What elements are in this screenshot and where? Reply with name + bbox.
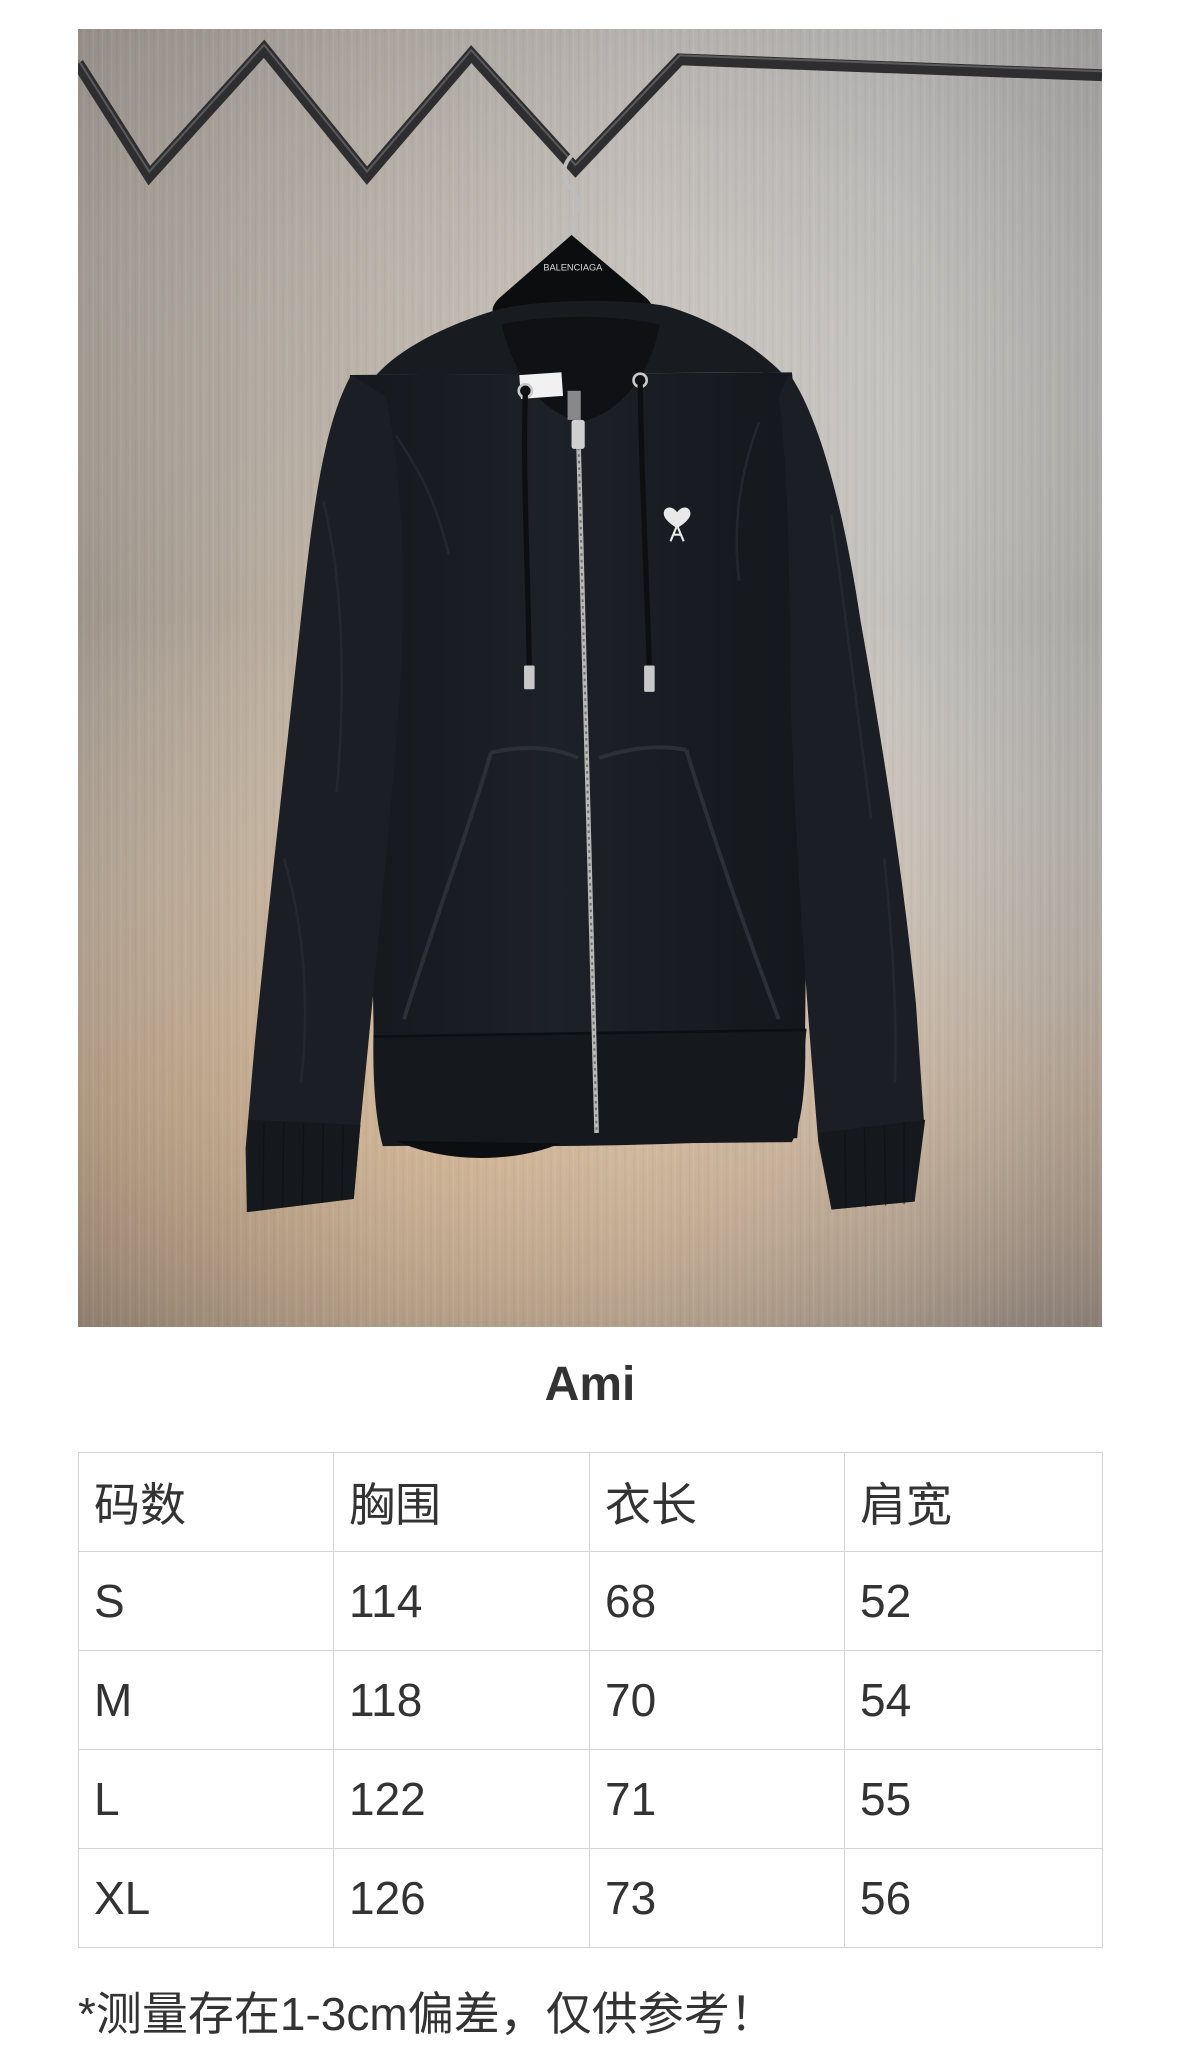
table-row: XL 126 73 56 — [78, 1848, 1103, 1948]
size-chart-table: 码数 胸围 衣长 肩宽 S 114 68 52 M 118 70 54 L 12… — [78, 1452, 1103, 1948]
product-photo: BALENCIAGA — [78, 29, 1102, 1327]
cell-length: 73 — [589, 1848, 845, 1948]
cell-chest: 114 — [333, 1551, 590, 1651]
header-chest: 胸围 — [333, 1452, 590, 1552]
cell-shoulder: 54 — [844, 1650, 1103, 1750]
cell-size: M — [78, 1650, 334, 1750]
waistband — [373, 1029, 807, 1147]
cell-shoulder: 55 — [844, 1749, 1103, 1849]
drawstring-tip-right — [644, 665, 655, 692]
table-row: L 122 71 55 — [78, 1749, 1103, 1849]
cell-length: 68 — [589, 1551, 845, 1651]
header-shoulder: 肩宽 — [844, 1452, 1103, 1552]
clear-tag — [567, 390, 581, 420]
cell-shoulder: 52 — [844, 1551, 1103, 1651]
cell-chest: 118 — [333, 1650, 590, 1750]
table-header-row: 码数 胸围 衣长 肩宽 — [78, 1452, 1103, 1552]
zipper-pull — [571, 419, 585, 449]
product-page: BALENCIAGA Ami 码数 胸围 衣长 肩宽 S 114 68 52 M… — [0, 0, 1179, 2067]
table-row: S 114 68 52 — [78, 1551, 1103, 1651]
table-row: M 118 70 54 — [78, 1650, 1103, 1750]
brand-title: Ami — [544, 1358, 636, 1411]
header-length: 衣长 — [589, 1452, 845, 1552]
cell-shoulder: 56 — [844, 1848, 1103, 1948]
measurement-note: *测量存在1-3cm偏差，仅供参考！ — [78, 1988, 776, 2040]
cell-size: L — [78, 1749, 334, 1849]
drawstring-tip-left — [524, 665, 535, 690]
cell-size: XL — [78, 1848, 334, 1948]
right-cuff — [818, 1119, 926, 1210]
cell-length: 70 — [589, 1650, 845, 1750]
cell-chest: 122 — [333, 1749, 590, 1849]
hanger-brand-logo: BALENCIAGA — [543, 263, 603, 273]
cell-chest: 126 — [333, 1848, 590, 1948]
header-size: 码数 — [78, 1452, 334, 1552]
cell-length: 71 — [589, 1749, 845, 1849]
cell-size: S — [78, 1551, 334, 1651]
